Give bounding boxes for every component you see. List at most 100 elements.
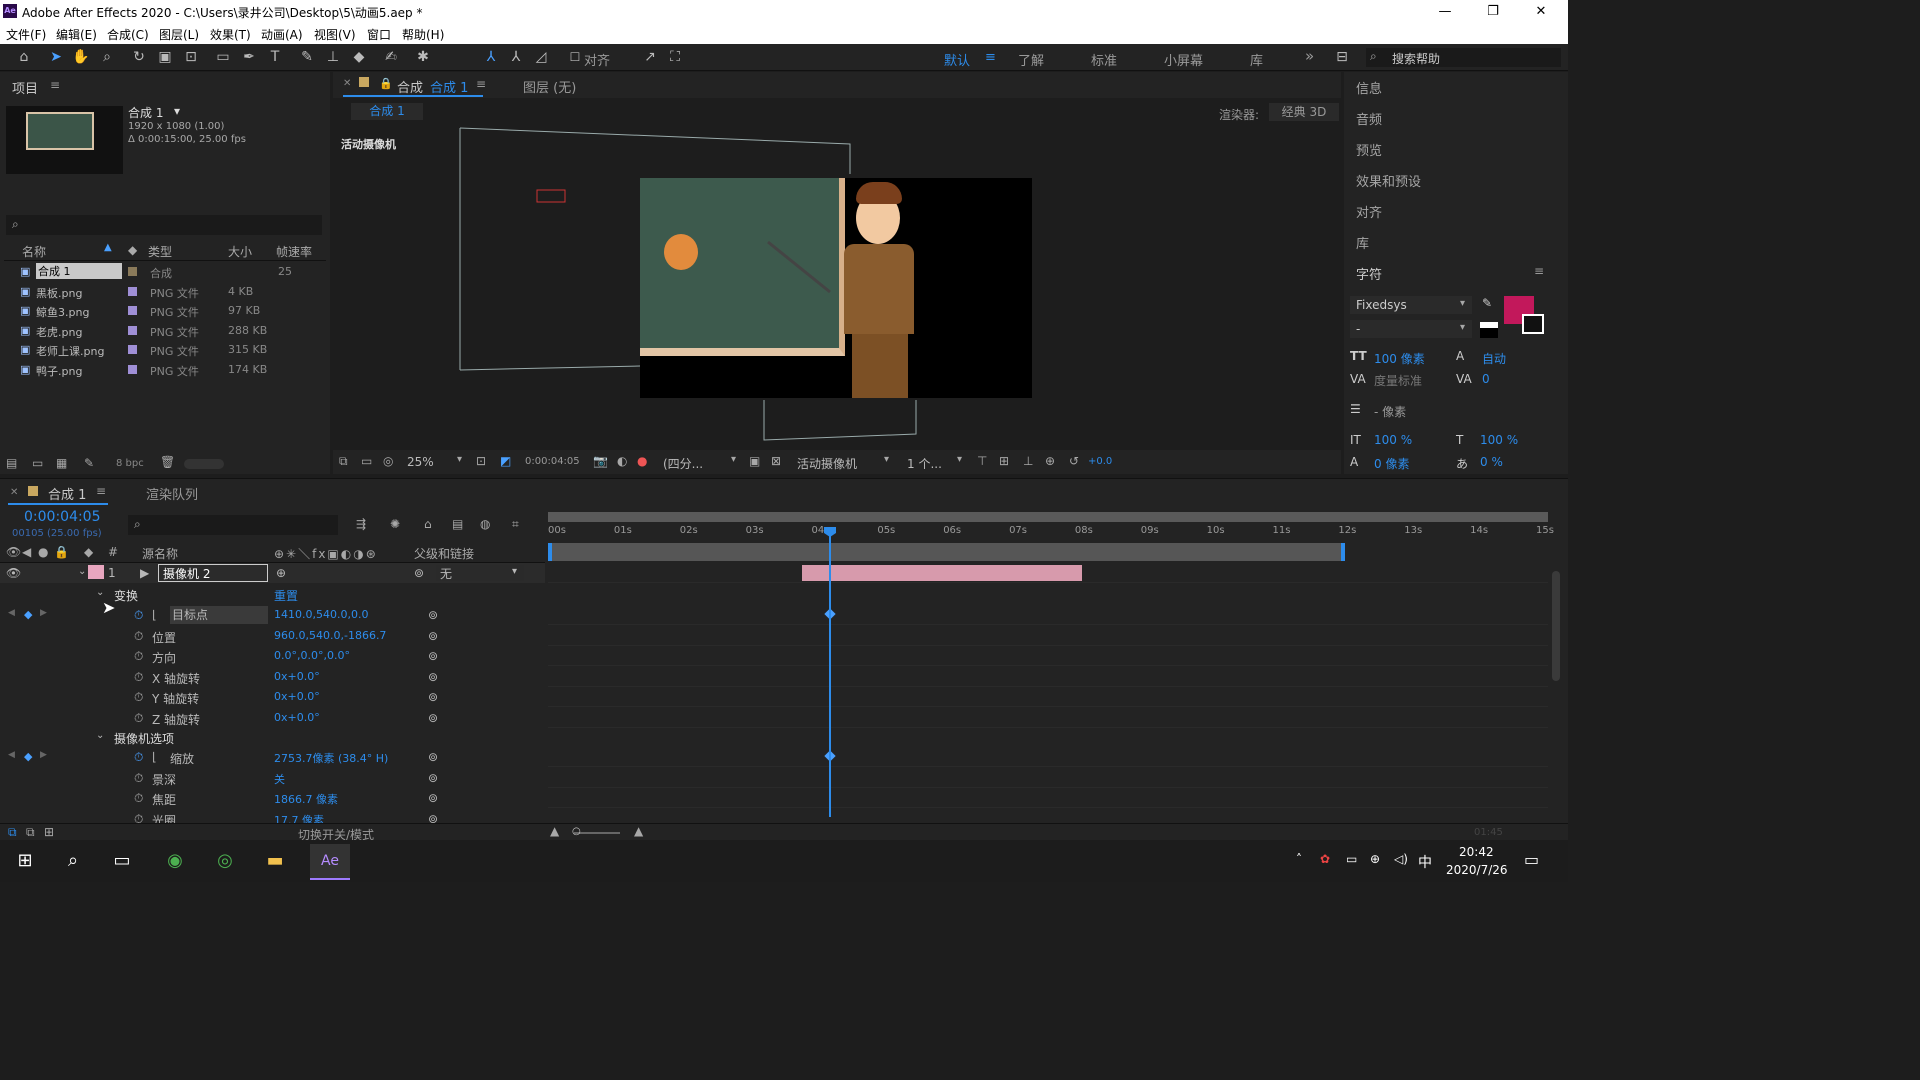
- col-type[interactable]: 类型: [148, 243, 172, 260]
- property-row[interactable]: ◀ ◆ ▶ ⏱ ⌊ 目标点 1410.0,540.0,0.0 ⊚: [0, 605, 545, 625]
- after-effects-taskbar-icon[interactable]: Ae: [310, 844, 350, 880]
- stopwatch-icon[interactable]: ⏱: [134, 771, 143, 786]
- project-item[interactable]: ▣ 合成 1 合成 25: [4, 262, 324, 281]
- layer-tab[interactable]: 图层 (无): [523, 77, 576, 96]
- layer-row-camera[interactable]: 👁 ⌄ 1 ▶ 摄像机 2 ⊕ ⊚ 无 ▾: [0, 563, 545, 583]
- zoom-knob[interactable]: ○: [572, 826, 581, 837]
- comp-tab-name[interactable]: 合成 1: [430, 77, 468, 96]
- next-keyframe-icon[interactable]: ▶: [40, 608, 47, 618]
- volume-icon[interactable]: ◁): [1394, 852, 1408, 866]
- property-row[interactable]: ⏱ 方向 0.0°,0.0°,0.0° ⊚: [0, 646, 545, 666]
- mask-visibility-icon[interactable]: ◎: [383, 454, 393, 468]
- col-size[interactable]: 大小: [228, 243, 252, 260]
- comp-dropdown-icon[interactable]: ▾: [174, 104, 180, 118]
- snap-option-icon[interactable]: ↗: [640, 48, 660, 66]
- search-icon[interactable]: ⌕: [58, 846, 88, 876]
- layer-name-field[interactable]: 摄像机 2: [158, 564, 268, 582]
- col-source-name[interactable]: 源名称: [142, 545, 178, 562]
- property-value[interactable]: 1410.0,540.0,0.0: [274, 608, 368, 621]
- prev-keyframe-icon[interactable]: ◀: [8, 750, 15, 760]
- reset-exposure-icon[interactable]: ↺: [1069, 454, 1079, 468]
- timeline-icon[interactable]: ⊥: [1023, 454, 1033, 468]
- comp-mini-flowchart-icon[interactable]: ⇶: [356, 517, 366, 531]
- zoom-tool-icon[interactable]: ⌕: [97, 48, 117, 66]
- parent-select[interactable]: 无: [436, 565, 524, 581]
- stopwatch-icon[interactable]: ⏱: [134, 649, 143, 664]
- property-row[interactable]: ⏱ 位置 960.0,540.0,-1866.7 ⊚: [0, 626, 545, 646]
- graph-editor-icon[interactable]: ⌗: [512, 517, 519, 532]
- notification-icon[interactable]: ▭: [1524, 850, 1539, 869]
- expression-pickwhip-icon[interactable]: ⊚: [428, 711, 438, 725]
- workspace-learn[interactable]: 了解: [1018, 50, 1044, 69]
- snapshot-icon[interactable]: 📷: [593, 454, 608, 468]
- camera-options-row[interactable]: ⌄ 摄像机选项: [0, 727, 545, 747]
- property-value[interactable]: 0x+0.0°: [274, 711, 320, 724]
- transfer-controls-icon[interactable]: ⧉: [26, 825, 35, 840]
- property-value[interactable]: 0.0°,0.0°,0.0°: [274, 649, 350, 662]
- wechat-icon[interactable]: ◎: [210, 846, 240, 876]
- panel-menu-icon[interactable]: ≡: [96, 484, 106, 498]
- chevron-down-icon[interactable]: ▾: [512, 566, 517, 577]
- label-tag-icon[interactable]: ◆: [84, 545, 93, 559]
- video-toggle-icon[interactable]: 👁: [6, 566, 21, 580]
- project-item[interactable]: ▣ 老师上课.png PNG 文件 315 KB: [4, 340, 324, 359]
- close-tab-icon[interactable]: ✕: [10, 487, 18, 498]
- property-value[interactable]: 960.0,540.0,-1866.7: [274, 629, 386, 642]
- chevron-down-icon[interactable]: ▾: [957, 454, 962, 465]
- playhead-line[interactable]: [829, 527, 831, 817]
- current-timecode[interactable]: 0:00:04:05: [24, 509, 101, 525]
- draft-3d-icon[interactable]: ✺: [390, 517, 400, 531]
- comp-tab-label[interactable]: 合成: [397, 77, 423, 96]
- work-area-range[interactable]: [548, 543, 1342, 561]
- prev-keyframe-icon[interactable]: ◀: [8, 608, 15, 618]
- rotate-tool-icon[interactable]: ↻: [129, 48, 149, 66]
- camera-tool-icon[interactable]: ▣: [155, 48, 175, 66]
- leading-value[interactable]: 自动: [1482, 350, 1506, 367]
- clock-date[interactable]: 2020/7/26: [1446, 863, 1508, 877]
- menu-view[interactable]: 视图(V): [314, 26, 356, 43]
- layer-search-input[interactable]: ⌕: [128, 515, 338, 535]
- thumbnail-slider[interactable]: [184, 459, 224, 469]
- zoom-out-icon[interactable]: ▲: [550, 824, 559, 838]
- menu-file[interactable]: 文件(F): [6, 26, 46, 43]
- work-area-start-handle[interactable]: [548, 543, 552, 561]
- menu-window[interactable]: 窗口: [367, 26, 391, 43]
- chevron-down-icon[interactable]: ▾: [731, 454, 736, 465]
- pan-behind-tool-icon[interactable]: ⊡: [181, 48, 201, 66]
- project-item[interactable]: ▣ 黑板.png PNG 文件 4 KB: [4, 282, 324, 301]
- local-axis-icon[interactable]: ⅄: [481, 48, 501, 66]
- menu-composition[interactable]: 合成(C): [107, 26, 149, 43]
- switches-icons[interactable]: ⊕✳＼fx▣◐◑⊛: [274, 545, 378, 562]
- viewer-timecode[interactable]: 0:00:04:05: [525, 456, 580, 467]
- property-value[interactable]: 0x+0.0°: [274, 690, 320, 703]
- col-name[interactable]: 名称: [22, 243, 46, 260]
- panel-menu-icon[interactable]: ≡: [476, 77, 486, 91]
- transform-group-row[interactable]: ⌄ 变换 重置: [0, 584, 545, 604]
- expression-pickwhip-icon[interactable]: ⊚: [428, 771, 438, 785]
- stroke-color-swatch[interactable]: [1522, 314, 1544, 334]
- close-button[interactable]: ✕: [1518, 2, 1564, 22]
- label-color-chip[interactable]: [128, 306, 137, 315]
- render-queue-tab[interactable]: 渲染队列: [146, 484, 198, 503]
- work-area-end-handle[interactable]: [1341, 543, 1345, 561]
- property-value[interactable]: 1866.7 像素: [274, 791, 338, 807]
- layer-duration-bar[interactable]: [802, 565, 1082, 581]
- kerning-value[interactable]: 度量标准: [1374, 372, 1422, 389]
- rectangle-tool-icon[interactable]: ▭: [213, 48, 233, 66]
- clone-stamp-tool-icon[interactable]: ⊥: [323, 48, 343, 66]
- col-fps[interactable]: 帧速率: [276, 243, 312, 260]
- clock-time[interactable]: 20:42: [1459, 845, 1494, 859]
- stroke-width-value[interactable]: - 像素: [1374, 403, 1406, 420]
- expand-chevron-icon[interactable]: ⌄: [96, 587, 104, 598]
- property-row[interactable]: ◀ ◆ ▶ ⏱ ⌊ 缩放 2753.7像素 (38.4° H) ⊚: [0, 747, 545, 767]
- eraser-tool-icon[interactable]: ◆: [349, 48, 369, 66]
- comp-navigator-chip[interactable]: 合成 1: [351, 103, 423, 120]
- stopwatch-icon[interactable]: ⏱: [134, 711, 143, 726]
- selection-tool-icon[interactable]: ➤: [46, 48, 66, 66]
- sort-asc-icon[interactable]: ▲: [104, 242, 112, 253]
- chevron-down-icon[interactable]: ▾: [884, 454, 889, 465]
- resolution-select[interactable]: (四分...: [663, 455, 703, 472]
- col-parent-link[interactable]: 父级和链接: [414, 545, 474, 562]
- align-panel-tab[interactable]: 对齐: [1356, 202, 1382, 221]
- home-icon[interactable]: ⌂: [14, 48, 34, 66]
